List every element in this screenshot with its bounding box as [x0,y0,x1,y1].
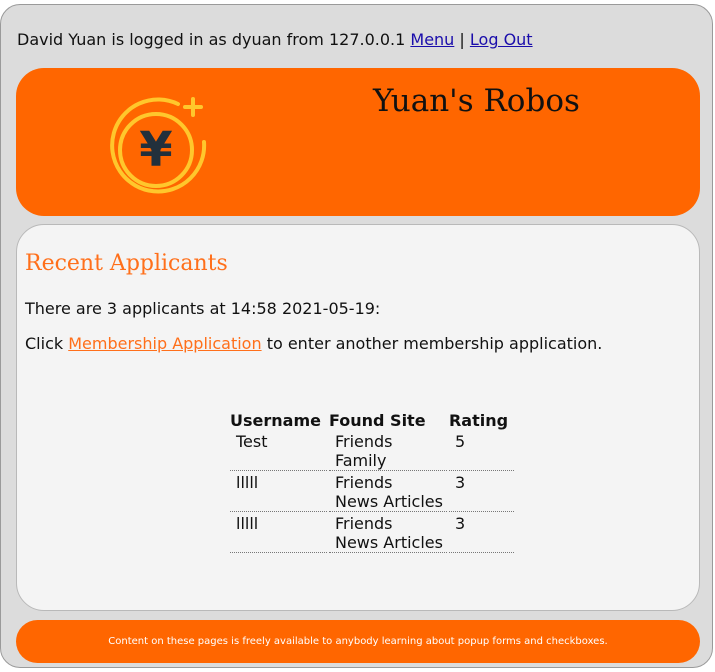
found-site-item: Friends [334,432,393,451]
found-site-item: Friends [334,473,393,492]
page-frame: David Yuan is logged in as dyuan from 12… [0,4,713,668]
table-row: Test Friends Family 5 [230,432,515,471]
found-site-item: News Articles [334,492,443,511]
login-name: dyuan [231,30,282,49]
cell-username: lllll [230,514,327,553]
logout-link[interactable]: Log Out [470,30,533,49]
site-header: ¥ Yuan's Robos [16,68,700,216]
login-status: David Yuan is logged in as dyuan from 12… [17,30,533,49]
yen-coin-icon: ¥ [110,97,207,194]
found-site-item: Family [334,451,387,470]
prompt-suffix: to enter another membership application. [266,334,603,353]
found-site-item: News Articles [334,533,443,552]
menu-link[interactable]: Menu [410,30,454,49]
page-heading: Recent Applicants [25,251,228,276]
cell-found-site: Friends News Articles [328,514,447,553]
from-text: from [286,30,324,49]
site-title: Yuan's Robos [373,83,580,119]
ip-address: 127.0.0.1 [328,30,406,49]
found-site-item: Friends [334,514,393,533]
cell-username: Test [230,432,327,471]
cell-rating: 5 [448,432,515,471]
user-name: David Yuan [17,30,107,49]
applicants-table: Username Found Site Rating Test Friends … [228,408,516,555]
logo-glyph: ¥ [139,122,172,178]
prompt-prefix: Click [25,334,64,353]
column-header-found-site: Found Site [328,411,426,430]
cell-found-site: Friends Family [328,432,447,471]
logged-in-text: is logged in as [111,30,227,49]
table-row: lllll Friends News Articles 3 [230,473,515,512]
link-separator: | [459,30,465,49]
cell-rating: 3 [448,473,515,512]
cell-found-site: Friends News Articles [328,473,447,512]
table-row: lllll Friends News Articles 3 [230,514,515,553]
cell-rating: 3 [448,514,515,553]
column-header-username: Username [230,411,321,430]
main-content: Recent Applicants There are 3 applicants… [16,224,700,611]
table-header-row: Username Found Site Rating [230,410,514,430]
application-prompt: Click Membership Application to enter an… [25,334,602,353]
membership-application-link[interactable]: Membership Application [68,334,261,353]
cell-username: lllll [230,473,327,512]
site-footer: Content on these pages is freely availab… [16,620,700,663]
column-header-rating: Rating [448,411,509,430]
applicant-summary: There are 3 applicants at 14:58 2021-05-… [25,299,381,318]
